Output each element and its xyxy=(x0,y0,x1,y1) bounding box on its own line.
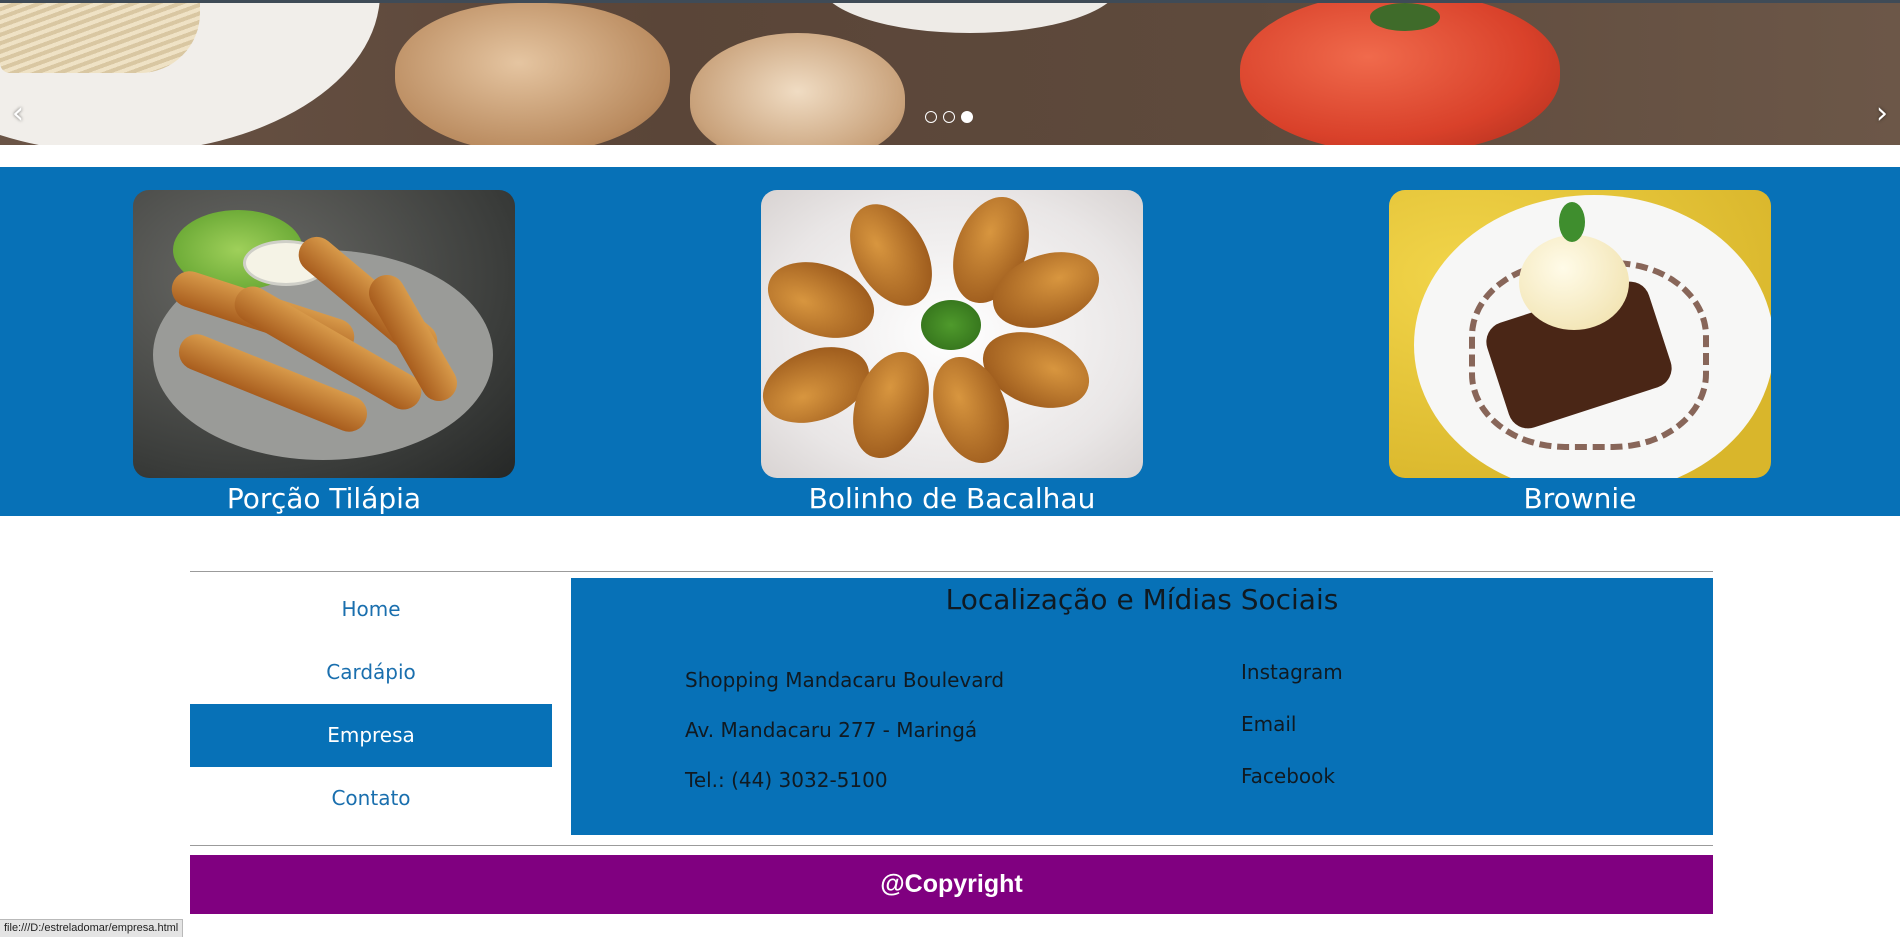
carousel-dot-3[interactable] xyxy=(961,111,973,123)
social-link-instagram[interactable]: Instagram xyxy=(1241,658,1343,710)
social-link-facebook[interactable]: Facebook xyxy=(1241,762,1343,814)
nav-item-contato[interactable]: Contato xyxy=(190,767,552,830)
divider-top xyxy=(190,571,1713,572)
carousel-dot-2[interactable] xyxy=(943,111,955,123)
dish-card: Porção Tilápia xyxy=(133,190,515,516)
location-social-panel: Localização e Mídias Sociais Shopping Ma… xyxy=(571,578,1713,835)
nav-item-cardapio[interactable]: Cardápio xyxy=(190,641,552,704)
dish-name: Brownie xyxy=(1523,482,1637,515)
carousel-image-onion xyxy=(395,3,670,145)
address-street: Av. Mandacaru 277 - Maringá xyxy=(685,718,978,742)
footer-copyright: @Copyright xyxy=(190,855,1713,914)
carousel-prev-icon[interactable]: ‹ xyxy=(12,99,24,129)
featured-dishes: Porção Tilápia Bolinho de Bacalhau Brown… xyxy=(0,167,1900,516)
social-link-email[interactable]: Email xyxy=(1241,710,1343,762)
dish-name: Bolinho de Bacalhau xyxy=(808,482,1096,515)
address-phone: Tel.: (44) 3032-5100 xyxy=(685,768,888,792)
carousel-next-icon[interactable]: › xyxy=(1876,99,1888,129)
address-block: Shopping Mandacaru Boulevard Av. Mandaca… xyxy=(685,666,1004,816)
hero-carousel: ‹ › xyxy=(0,0,1900,145)
dish-photo-bacalhau xyxy=(761,190,1143,478)
divider-bottom xyxy=(190,845,1713,846)
carousel-image-onion-small xyxy=(690,33,905,145)
carousel-dot-1[interactable] xyxy=(925,111,937,123)
dish-photo-tilapia xyxy=(133,190,515,478)
carousel-image-tomato-stem xyxy=(1370,3,1440,31)
address-mall: Shopping Mandacaru Boulevard xyxy=(685,668,1005,692)
carousel-indicators xyxy=(925,111,973,123)
nav-item-home[interactable]: Home xyxy=(190,578,552,641)
nav-item-empresa[interactable]: Empresa xyxy=(190,704,552,767)
dish-photo-brownie xyxy=(1389,190,1771,478)
carousel-image-plate-right xyxy=(820,3,1120,33)
panel-title: Localização e Mídias Sociais xyxy=(945,583,1339,616)
carousel-image-pasta xyxy=(0,3,200,73)
dish-card: Brownie xyxy=(1389,190,1771,516)
social-links: Instagram Email Facebook xyxy=(1241,658,1343,814)
browser-status-url: file:///D:/estreladomar/empresa.html xyxy=(0,919,184,937)
dish-name: Porção Tilápia xyxy=(226,482,422,515)
side-navigation: Home Cardápio Empresa Contato xyxy=(190,578,552,830)
dish-card: Bolinho de Bacalhau xyxy=(761,190,1143,516)
